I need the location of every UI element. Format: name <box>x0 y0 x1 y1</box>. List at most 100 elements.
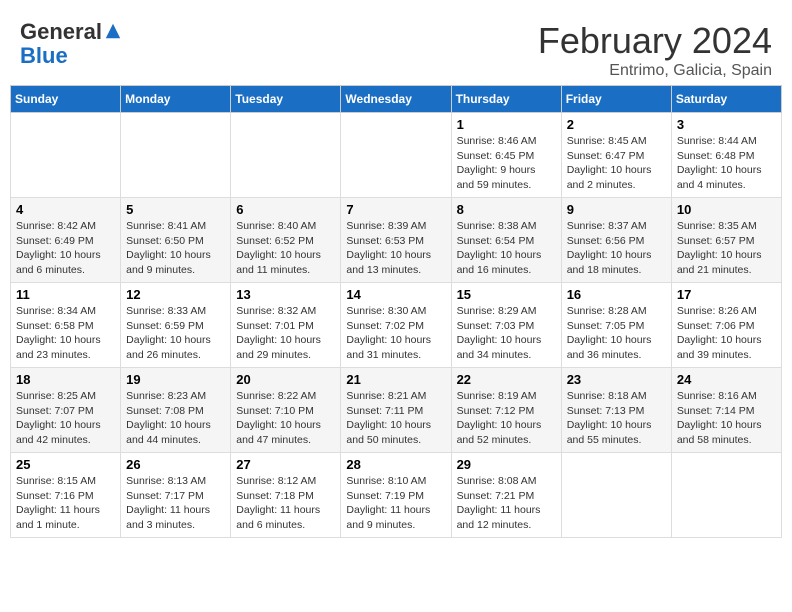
day-number: 12 <box>126 287 225 302</box>
table-row: 4 Sunrise: 8:42 AM Sunset: 6:49 PM Daylig… <box>11 198 121 283</box>
day-info: Sunrise: 8:32 AM Sunset: 7:01 PM Dayligh… <box>236 304 335 363</box>
day-number: 15 <box>457 287 556 302</box>
day-number: 10 <box>677 202 776 217</box>
day-info: Sunrise: 8:34 AM Sunset: 6:58 PM Dayligh… <box>16 304 115 363</box>
day-number: 2 <box>567 117 666 132</box>
week-row-2: 4 Sunrise: 8:42 AM Sunset: 6:49 PM Daylig… <box>11 198 782 283</box>
week-row-4: 18 Sunrise: 8:25 AM Sunset: 7:07 PM Dayli… <box>11 368 782 453</box>
table-row <box>341 113 451 198</box>
logo-blue-text: Blue <box>20 44 122 68</box>
table-row: 23 Sunrise: 8:18 AM Sunset: 7:13 PM Dayli… <box>561 368 671 453</box>
day-number: 26 <box>126 457 225 472</box>
day-info: Sunrise: 8:12 AM Sunset: 7:18 PM Dayligh… <box>236 474 335 533</box>
day-number: 7 <box>346 202 445 217</box>
table-row: 7 Sunrise: 8:39 AM Sunset: 6:53 PM Daylig… <box>341 198 451 283</box>
col-friday: Friday <box>561 86 671 113</box>
day-number: 23 <box>567 372 666 387</box>
day-number: 28 <box>346 457 445 472</box>
day-info: Sunrise: 8:30 AM Sunset: 7:02 PM Dayligh… <box>346 304 445 363</box>
day-info: Sunrise: 8:35 AM Sunset: 6:57 PM Dayligh… <box>677 219 776 278</box>
table-row: 24 Sunrise: 8:16 AM Sunset: 7:14 PM Dayli… <box>671 368 781 453</box>
day-number: 3 <box>677 117 776 132</box>
table-row: 13 Sunrise: 8:32 AM Sunset: 7:01 PM Dayli… <box>231 283 341 368</box>
day-number: 8 <box>457 202 556 217</box>
day-number: 9 <box>567 202 666 217</box>
calendar-title: February 2024 <box>538 20 772 62</box>
table-row: 19 Sunrise: 8:23 AM Sunset: 7:08 PM Dayli… <box>121 368 231 453</box>
table-row: 12Sunrise: 8:33 AM Sunset: 6:59 PM Dayli… <box>121 283 231 368</box>
day-number: 21 <box>346 372 445 387</box>
week-row-5: 25 Sunrise: 8:15 AM Sunset: 7:16 PM Dayli… <box>11 453 782 538</box>
col-sunday: Sunday <box>11 86 121 113</box>
table-row: 10 Sunrise: 8:35 AM Sunset: 6:57 PM Dayli… <box>671 198 781 283</box>
day-info: Sunrise: 8:46 AM Sunset: 6:45 PM Dayligh… <box>457 134 556 193</box>
table-row: 22Sunrise: 8:19 AM Sunset: 7:12 PM Dayli… <box>451 368 561 453</box>
day-info: Sunrise: 8:16 AM Sunset: 7:14 PM Dayligh… <box>677 389 776 448</box>
header: General Blue February 2024 Entrimo, Gali… <box>10 10 782 85</box>
table-row: 27 Sunrise: 8:12 AM Sunset: 7:18 PM Dayli… <box>231 453 341 538</box>
table-row: 9 Sunrise: 8:37 AM Sunset: 6:56 PM Daylig… <box>561 198 671 283</box>
table-row: 2 Sunrise: 8:45 AM Sunset: 6:47 PM Daylig… <box>561 113 671 198</box>
title-area: February 2024 Entrimo, Galicia, Spain <box>538 20 772 80</box>
day-number: 27 <box>236 457 335 472</box>
day-info: Sunrise: 8:41 AM Sunset: 6:50 PM Dayligh… <box>126 219 225 278</box>
day-info: Sunrise: 8:45 AM Sunset: 6:47 PM Dayligh… <box>567 134 666 193</box>
table-row: 29 Sunrise: 8:08 AM Sunset: 7:21 PM Dayli… <box>451 453 561 538</box>
day-info: Sunrise: 8:23 AM Sunset: 7:08 PM Dayligh… <box>126 389 225 448</box>
day-info: Sunrise: 8:29 AM Sunset: 7:03 PM Dayligh… <box>457 304 556 363</box>
table-row: 25 Sunrise: 8:15 AM Sunset: 7:16 PM Dayli… <box>11 453 121 538</box>
day-info: Sunrise: 8:44 AM Sunset: 6:48 PM Dayligh… <box>677 134 776 193</box>
col-saturday: Saturday <box>671 86 781 113</box>
table-row: 15 Sunrise: 8:29 AM Sunset: 7:03 PM Dayli… <box>451 283 561 368</box>
day-info: Sunrise: 8:37 AM Sunset: 6:56 PM Dayligh… <box>567 219 666 278</box>
day-info: Sunrise: 8:18 AM Sunset: 7:13 PM Dayligh… <box>567 389 666 448</box>
table-row: 3 Sunrise: 8:44 AM Sunset: 6:48 PM Daylig… <box>671 113 781 198</box>
day-number: 18 <box>16 372 115 387</box>
table-row <box>231 113 341 198</box>
day-info: Sunrise: 8:28 AM Sunset: 7:05 PM Dayligh… <box>567 304 666 363</box>
day-number: 24 <box>677 372 776 387</box>
day-info: Sunrise: 8:10 AM Sunset: 7:19 PM Dayligh… <box>346 474 445 533</box>
day-number: 4 <box>16 202 115 217</box>
day-info: Sunrise: 8:22 AM Sunset: 7:10 PM Dayligh… <box>236 389 335 448</box>
calendar-subtitle: Entrimo, Galicia, Spain <box>538 62 772 80</box>
day-number: 29 <box>457 457 556 472</box>
col-monday: Monday <box>121 86 231 113</box>
table-row: 5 Sunrise: 8:41 AM Sunset: 6:50 PM Daylig… <box>121 198 231 283</box>
day-info: Sunrise: 8:26 AM Sunset: 7:06 PM Dayligh… <box>677 304 776 363</box>
day-number: 25 <box>16 457 115 472</box>
table-row: 28 Sunrise: 8:10 AM Sunset: 7:19 PM Dayli… <box>341 453 451 538</box>
day-info: Sunrise: 8:42 AM Sunset: 6:49 PM Dayligh… <box>16 219 115 278</box>
table-row: 11 Sunrise: 8:34 AM Sunset: 6:58 PM Dayli… <box>11 283 121 368</box>
day-info: Sunrise: 8:13 AM Sunset: 7:17 PM Dayligh… <box>126 474 225 533</box>
day-number: 6 <box>236 202 335 217</box>
day-info: Sunrise: 8:39 AM Sunset: 6:53 PM Dayligh… <box>346 219 445 278</box>
header-row: Sunday Monday Tuesday Wednesday Thursday… <box>11 86 782 113</box>
table-row: 21 Sunrise: 8:21 AM Sunset: 7:11 PM Dayli… <box>341 368 451 453</box>
day-number: 5 <box>126 202 225 217</box>
day-number: 11 <box>16 287 115 302</box>
week-row-1: 1Sunrise: 8:46 AM Sunset: 6:45 PM Daylig… <box>11 113 782 198</box>
table-row: 6 Sunrise: 8:40 AM Sunset: 6:52 PM Daylig… <box>231 198 341 283</box>
day-number: 17 <box>677 287 776 302</box>
day-info: Sunrise: 8:40 AM Sunset: 6:52 PM Dayligh… <box>236 219 335 278</box>
table-row <box>671 453 781 538</box>
day-number: 22 <box>457 372 556 387</box>
table-row: 17 Sunrise: 8:26 AM Sunset: 7:06 PM Dayli… <box>671 283 781 368</box>
calendar-table: Sunday Monday Tuesday Wednesday Thursday… <box>10 85 782 538</box>
table-row: 18 Sunrise: 8:25 AM Sunset: 7:07 PM Dayli… <box>11 368 121 453</box>
table-row <box>121 113 231 198</box>
day-info: Sunrise: 8:21 AM Sunset: 7:11 PM Dayligh… <box>346 389 445 448</box>
day-info: Sunrise: 8:15 AM Sunset: 7:16 PM Dayligh… <box>16 474 115 533</box>
day-info: Sunrise: 8:25 AM Sunset: 7:07 PM Dayligh… <box>16 389 115 448</box>
table-row <box>11 113 121 198</box>
day-number: 14 <box>346 287 445 302</box>
day-info: Sunrise: 8:08 AM Sunset: 7:21 PM Dayligh… <box>457 474 556 533</box>
table-row: 20Sunrise: 8:22 AM Sunset: 7:10 PM Dayli… <box>231 368 341 453</box>
day-number: 13 <box>236 287 335 302</box>
day-info: Sunrise: 8:38 AM Sunset: 6:54 PM Dayligh… <box>457 219 556 278</box>
logo: General Blue <box>20 20 122 68</box>
day-number: 19 <box>126 372 225 387</box>
logo-general-text: General <box>20 20 102 44</box>
col-thursday: Thursday <box>451 86 561 113</box>
